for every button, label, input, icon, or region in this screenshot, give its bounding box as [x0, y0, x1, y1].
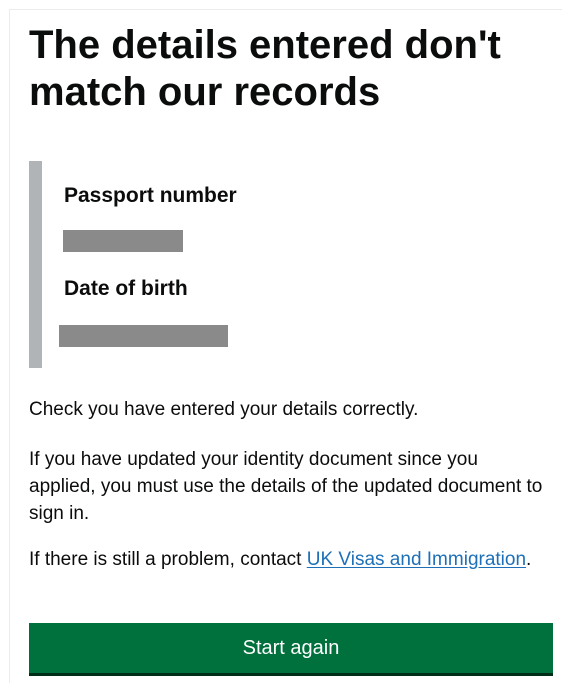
passport-number-redacted: [63, 230, 183, 252]
start-again-button[interactable]: Start again: [29, 623, 553, 673]
contact-message-suffix: .: [526, 549, 532, 570]
uk-visas-immigration-link[interactable]: UK Visas and Immigration: [307, 549, 526, 570]
passport-number-label: Passport number: [64, 184, 237, 207]
date-of-birth-redacted: [59, 325, 228, 347]
details-inset: Passport number Date of birth: [29, 161, 329, 368]
contact-message-prefix: If there is still a problem, contact: [29, 549, 307, 570]
updated-document-message: If you have updated your identity docume…: [29, 449, 543, 524]
contact-message: If there is still a problem, contact UK …: [29, 546, 549, 573]
main-content: The details entered don't match our reco…: [29, 22, 555, 116]
page-title: The details entered don't match our reco…: [29, 23, 501, 114]
check-details-message: Check you have entered your details corr…: [29, 399, 419, 420]
date-of-birth-label: Date of birth: [64, 277, 188, 300]
